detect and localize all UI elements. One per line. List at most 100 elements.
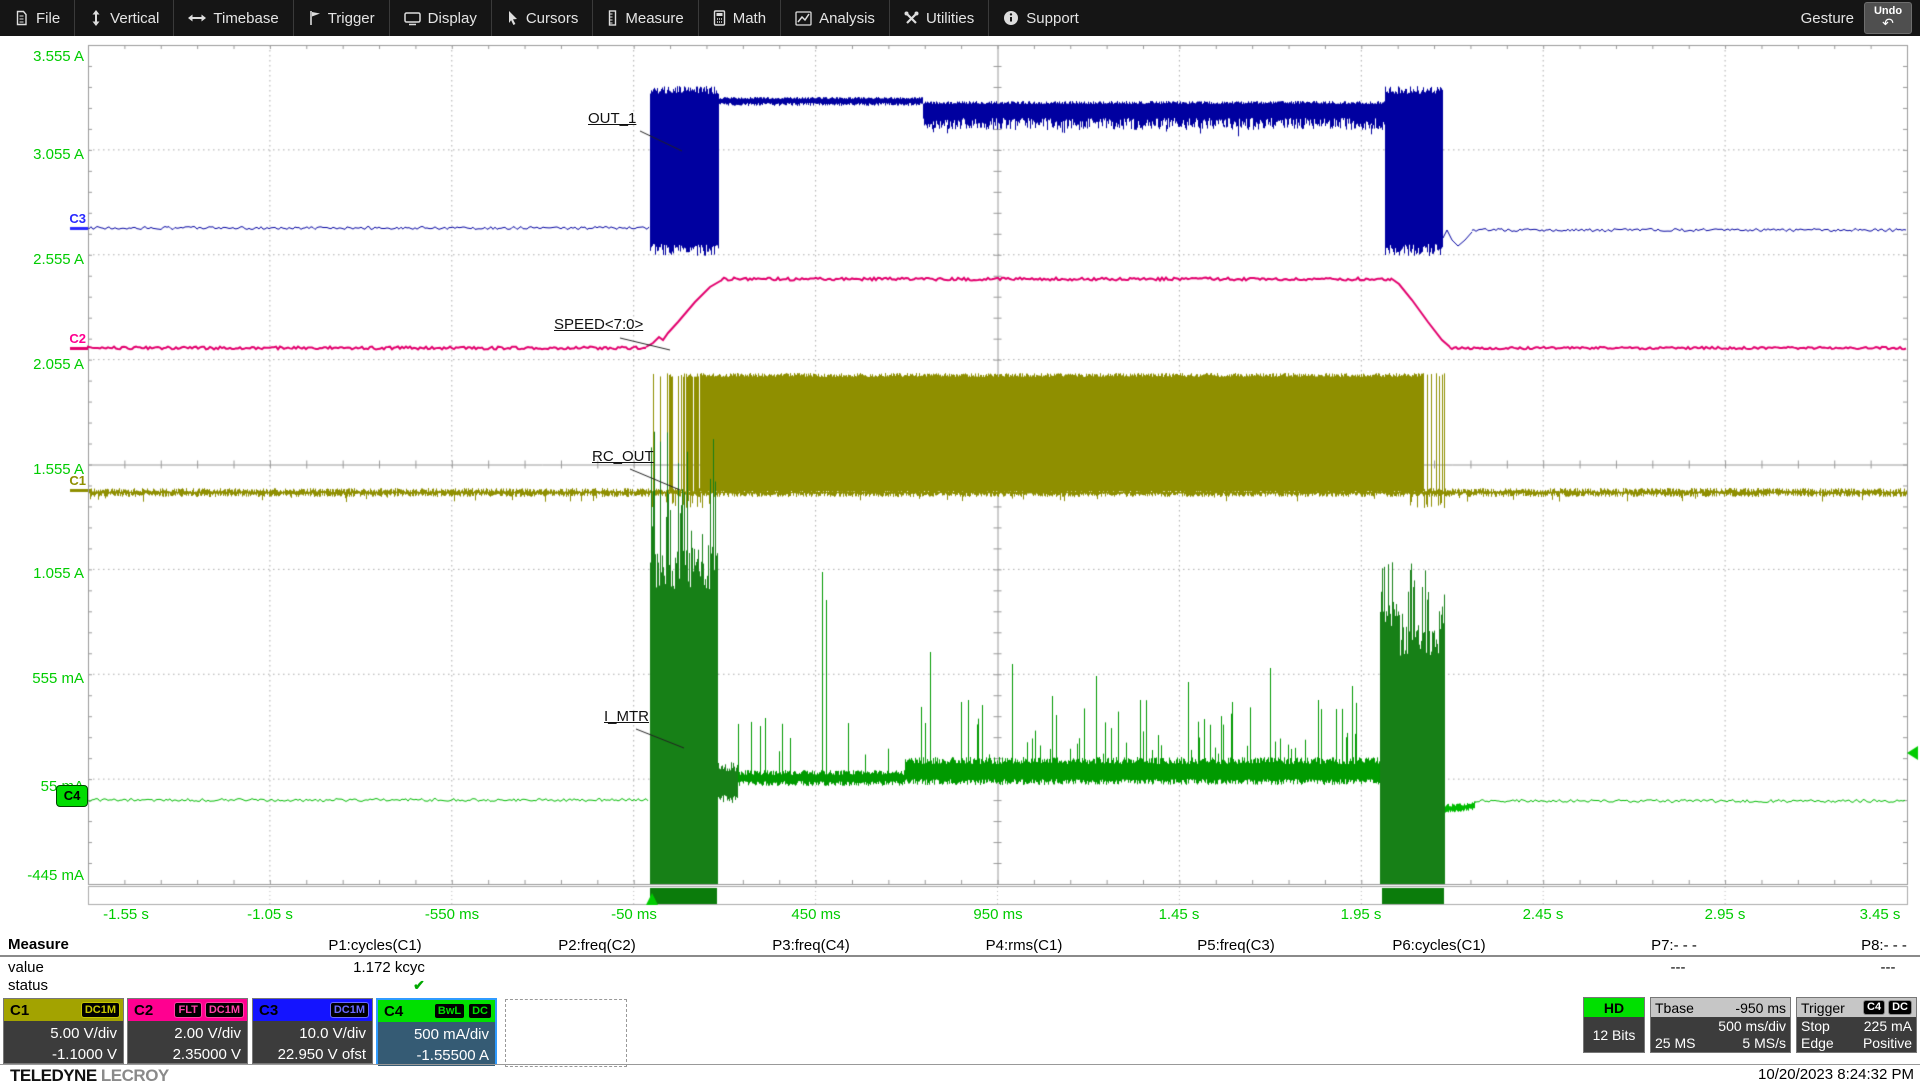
c2-filter-badge: FLT — [174, 1002, 201, 1018]
timebase-delay: -950 ms — [1735, 1000, 1786, 1016]
y-axis-label: 555 mA — [0, 670, 84, 687]
tools-icon — [904, 11, 919, 26]
channel-descriptor-c4-selected[interactable]: C4 BwL DC 500 mA/div -1.55500 A — [376, 998, 497, 1064]
hd-label: HD — [1604, 1000, 1624, 1016]
menu-item-label: Support — [1026, 10, 1079, 27]
measure-col-p6[interactable]: P6:cycles(C1) — [1392, 937, 1485, 954]
measure-header-rule — [0, 955, 1920, 957]
menu-item-trigger[interactable]: Trigger — [293, 0, 389, 36]
menu-item-analysis[interactable]: Analysis — [780, 0, 889, 36]
menu-item-file[interactable]: File — [0, 0, 74, 36]
channel-descriptor-c1[interactable]: C1 DC1M 5.00 V/div -1.1000 V — [3, 998, 124, 1064]
chart-icon — [795, 11, 812, 26]
channel-descriptor-c3[interactable]: C3 DC1M 10.0 V/div 22.950 V ofst — [252, 998, 373, 1064]
channel-marker-c4-selected[interactable]: C4 — [56, 785, 88, 807]
measure-col-p8[interactable]: P8:- - - — [1861, 937, 1907, 954]
timebase-scale: 500 ms/div — [1655, 1018, 1786, 1035]
timebase-rate: 5 MS/s — [1742, 1035, 1786, 1052]
menu-item-cursors[interactable]: Cursors — [491, 0, 593, 36]
x-axis-label: 450 ms — [791, 906, 840, 923]
x-axis-label: 1.95 s — [1341, 906, 1382, 923]
channel-marker-c1[interactable]: C1 — [58, 473, 86, 488]
x-axis-label: 3.45 s — [1860, 906, 1901, 923]
c2-header: C2 FLT DC1M — [128, 999, 247, 1021]
hd-mode-box[interactable]: HD 12 Bits — [1583, 997, 1645, 1053]
trace-label-speed[interactable]: SPEED<7:0> — [554, 316, 643, 333]
c3-coupling-badge: DC1M — [330, 1002, 369, 1018]
logo-brand: TELEDYNE — [10, 1066, 97, 1085]
y-axis-label: 2.555 A — [0, 251, 84, 268]
x-axis-label: -1.05 s — [247, 906, 293, 923]
undo-button[interactable]: Undo ↶ — [1864, 2, 1912, 34]
trace-label-imtr[interactable]: I_MTR — [604, 708, 649, 725]
trigger-level: 225 mA — [1864, 1018, 1912, 1035]
measure-row-label-value: value — [8, 959, 44, 976]
trace-label-out1[interactable]: OUT_1 — [588, 110, 636, 127]
channel-marker-c3[interactable]: C3 — [58, 211, 86, 226]
trigger-source-badge: C4 — [1863, 1000, 1885, 1015]
x-axis-label: -50 ms — [611, 906, 657, 923]
measure-col-p3[interactable]: P3:freq(C4) — [772, 937, 850, 954]
cursor-pointer-icon — [506, 10, 519, 26]
menu-item-measure[interactable]: Measure — [592, 0, 697, 36]
measure-table-title: Measure — [8, 936, 69, 953]
measure-col-p2[interactable]: P2:freq(C2) — [558, 937, 636, 954]
c3-label: C3 — [259, 1002, 278, 1019]
timebase-samples: 25 MS — [1655, 1035, 1695, 1052]
trigger-settings: Stop 225 mA Edge Positive — [1797, 1017, 1916, 1053]
menu-item-display[interactable]: Display — [389, 0, 491, 36]
menu-item-label: File — [36, 10, 60, 27]
measure-col-p5[interactable]: P5:freq(C3) — [1197, 937, 1275, 954]
menu-item-label: Vertical — [110, 10, 159, 27]
c1-offset: -1.1000 V — [4, 1044, 117, 1065]
c1-header: C1 DC1M — [4, 999, 123, 1021]
menu-item-label: Analysis — [819, 10, 875, 27]
c1-vdiv: 5.00 V/div — [4, 1023, 117, 1044]
menu-item-label: Display — [428, 10, 477, 27]
c4-vdiv: 500 mA/div — [378, 1024, 489, 1045]
menu-item-timebase[interactable]: Timebase — [173, 0, 292, 36]
undo-arrow-icon: ↶ — [1882, 17, 1894, 31]
c2-coupling-badge: DC1M — [205, 1002, 244, 1018]
file-icon — [14, 10, 29, 26]
y-axis-label: 3.555 A — [0, 48, 84, 65]
menu-item-math[interactable]: Math — [698, 0, 780, 36]
menu-item-label: Measure — [625, 10, 683, 27]
trace-label-rcout[interactable]: RC_OUT — [592, 448, 654, 465]
c3-vdiv: 10.0 V/div — [253, 1023, 366, 1044]
ruler-icon — [607, 10, 618, 26]
vertical-arrows-icon — [89, 10, 103, 26]
c1-coupling-badge: DC1M — [81, 1002, 120, 1018]
c4-bandwidth-badge: BwL — [434, 1003, 465, 1019]
teledyne-lecroy-logo: TELEDYNE LECROY — [10, 1066, 169, 1086]
c3-settings: 10.0 V/div 22.950 V ofst — [253, 1021, 372, 1065]
menu-item-support[interactable]: Support — [988, 0, 1093, 36]
measure-col-p4[interactable]: P4:rms(C1) — [986, 937, 1063, 954]
menu-item-label: Cursors — [526, 10, 579, 27]
c2-label: C2 — [134, 1002, 153, 1019]
menu-item-vertical[interactable]: Vertical — [74, 0, 173, 36]
timebase-box[interactable]: Tbase -950 ms 500 ms/div 25 MS 5 MS/s — [1650, 997, 1791, 1053]
channel-marker-c2[interactable]: C2 — [58, 331, 86, 346]
x-axis-label: 2.45 s — [1523, 906, 1564, 923]
menu-item-label: Timebase — [213, 10, 278, 27]
trigger-box[interactable]: Trigger C4 DC Stop 225 mA Edge Positive — [1796, 997, 1917, 1053]
menu-item-utilities[interactable]: Utilities — [889, 0, 988, 36]
measure-col-p7[interactable]: P7:- - - — [1651, 937, 1697, 954]
trigger-label: Trigger — [1801, 1000, 1845, 1016]
timebase-header: Tbase -950 ms — [1651, 998, 1790, 1017]
y-axis-label: -445 mA — [0, 867, 84, 884]
c3-offset: 22.950 V ofst — [253, 1044, 366, 1065]
c4-header: C4 BwL DC — [378, 1000, 495, 1022]
channel-descriptor-c2[interactable]: C2 FLT DC1M 2.00 V/div 2.35000 V — [127, 998, 248, 1064]
timebase-label: Tbase — [1655, 1000, 1694, 1016]
timebase-settings: 500 ms/div 25 MS 5 MS/s — [1651, 1017, 1790, 1053]
calculator-icon — [713, 10, 726, 26]
c4-label: C4 — [384, 1003, 403, 1020]
x-axis-label: 1.45 s — [1159, 906, 1200, 923]
empty-descriptor-slot[interactable] — [505, 999, 627, 1067]
menu-item-label: Utilities — [926, 10, 974, 27]
measure-col-p1[interactable]: P1:cycles(C1) — [328, 937, 421, 954]
hd-bits: 12 Bits — [1584, 1017, 1644, 1045]
waveform-display[interactable] — [0, 0, 1920, 932]
